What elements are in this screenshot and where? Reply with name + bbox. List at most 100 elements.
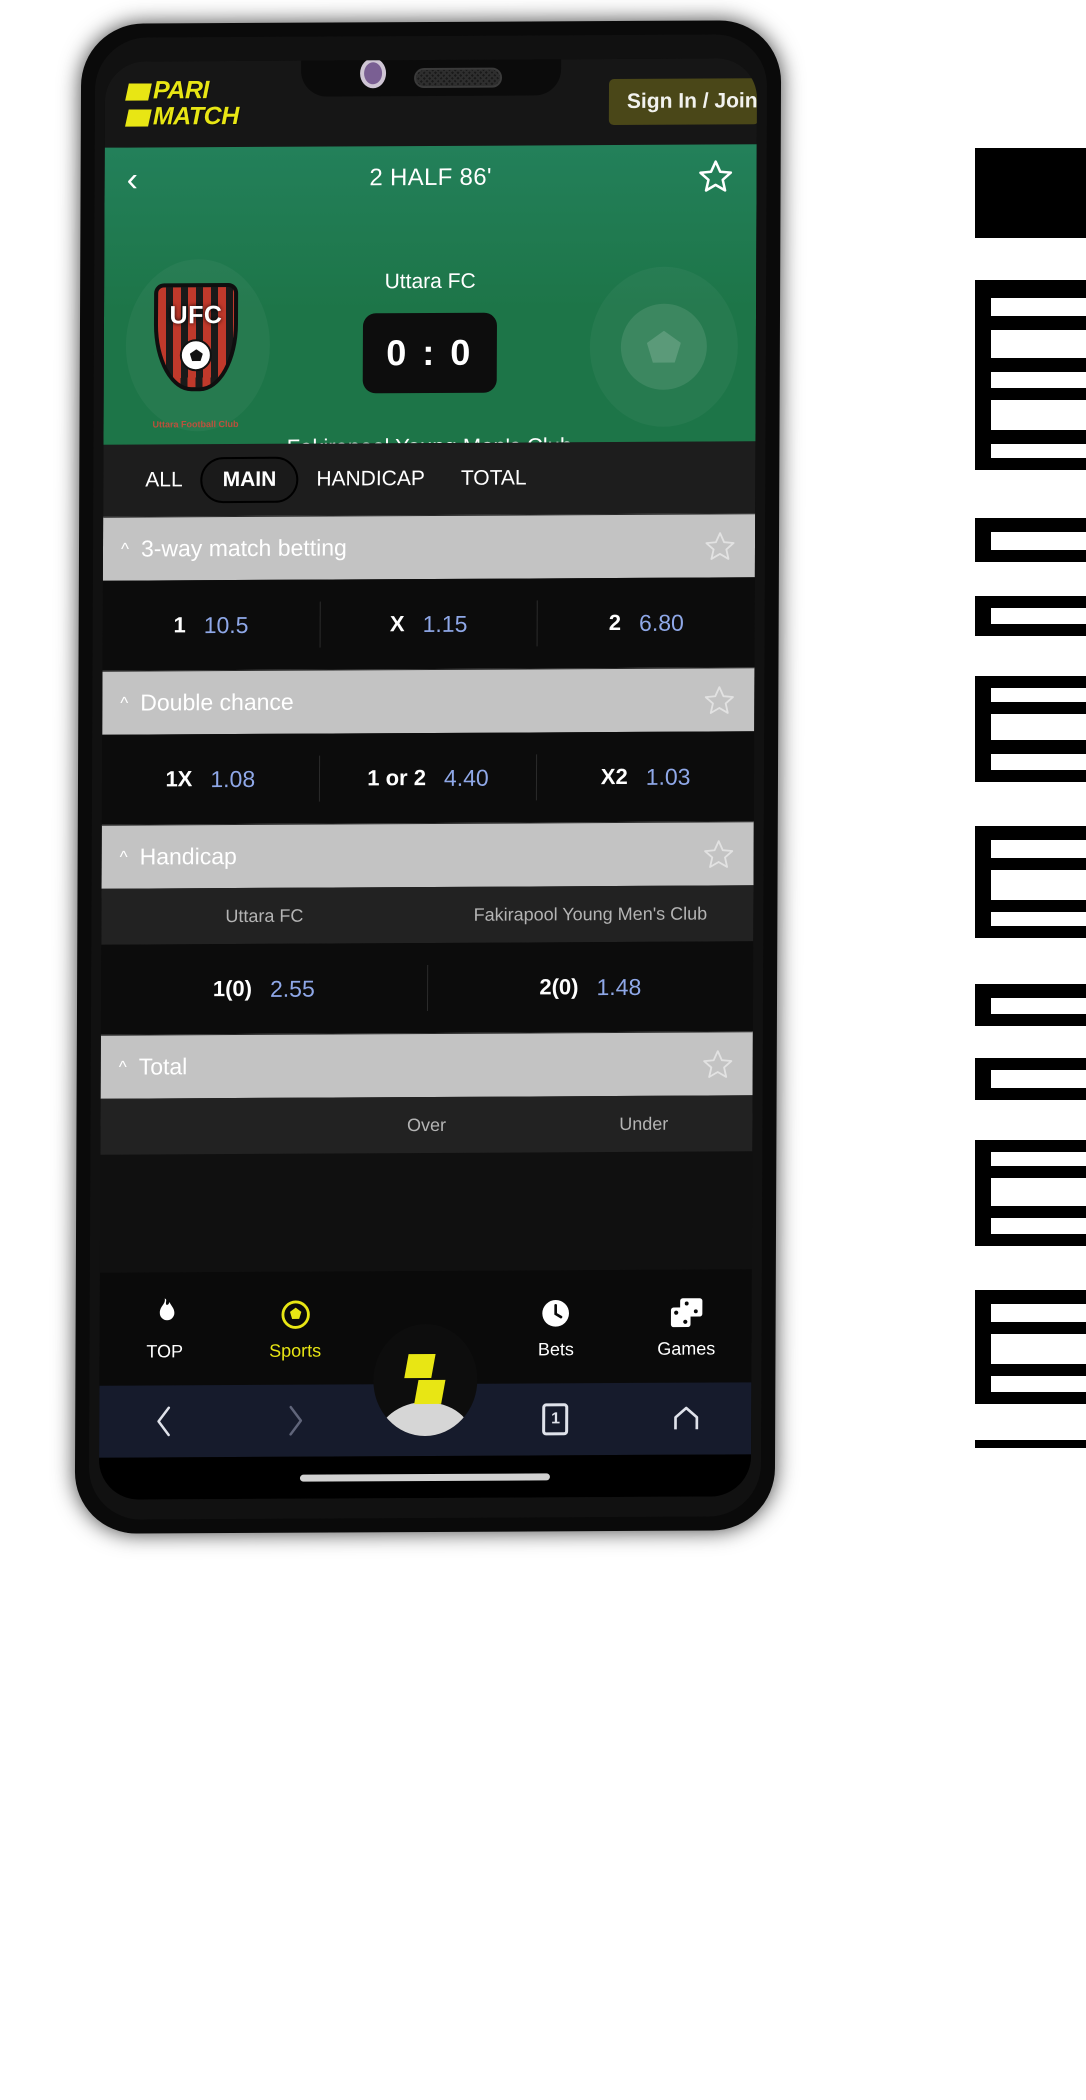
match-banner: ‹ 2 HALF 86' Uttara FC 0 : 0 Fakirapool … (103, 144, 757, 445)
section-favorite-star-icon[interactable] (702, 837, 736, 871)
home-indicator[interactable] (299, 1472, 550, 1482)
browser-tabs-button[interactable]: 1 (490, 1403, 621, 1436)
barcode-bar (975, 238, 1086, 280)
section-title: Double chance (140, 688, 294, 716)
barcode-bar (991, 754, 1086, 770)
center-action-button[interactable] (373, 1323, 478, 1437)
browser-forward-button[interactable] (230, 1403, 361, 1438)
barcode-bar (991, 330, 1086, 358)
dice-icon (669, 1295, 703, 1331)
odds-label: 1X (165, 766, 193, 792)
nav-label: Sports (269, 1340, 322, 1361)
browser-home-button[interactable] (621, 1402, 752, 1435)
odds-value: 1.08 (210, 765, 256, 792)
phone-screen: PARI MATCH Sign In / Join ‹ 2 HALF 86' U… (98, 58, 758, 1500)
crest-text: UFC (169, 301, 223, 330)
score-display: 0 : 0 (362, 312, 498, 394)
section-title: Total (138, 1053, 188, 1080)
odds-label: X2 (600, 763, 628, 790)
logo-slab-icon (414, 1379, 446, 1405)
odds-value: 10.5 (203, 611, 249, 638)
tab-total[interactable]: TOTAL (443, 456, 545, 501)
tab-main[interactable]: MAIN (200, 456, 299, 504)
odds-button[interactable]: 2(0) 1.48 (427, 963, 753, 1011)
phone-bezel: PARI MATCH Sign In / Join ‹ 2 HALF 86' U… (88, 34, 768, 1520)
phone-device: PARI MATCH Sign In / Join ‹ 2 HALF 86' U… (74, 20, 782, 1534)
odds-row: 1X 1.08 1 or 2 4.40 X2 1.03 (101, 731, 755, 825)
subheader-label: Over (406, 1114, 447, 1135)
flame-icon (150, 1297, 180, 1333)
market-section-header[interactable]: ^ Handicap (101, 821, 754, 889)
browser-back-button[interactable] (99, 1404, 230, 1439)
odds-button[interactable]: X2 1.03 (537, 753, 754, 800)
chevron-up-icon[interactable]: ^ (120, 848, 128, 867)
nav-item-games[interactable]: Games (621, 1294, 752, 1360)
odds-value: 4.40 (443, 764, 489, 791)
barcode-bar (975, 782, 1086, 826)
section-title: 3-way match betting (140, 534, 347, 562)
barcode-bar (991, 1152, 1086, 1166)
nav-label: TOP (146, 1341, 184, 1362)
nav-item-top[interactable]: TOP (99, 1297, 230, 1363)
phone-body: PARI MATCH Sign In / Join ‹ 2 HALF 86' U… (74, 20, 782, 1534)
barcode-bar (991, 714, 1086, 740)
odds-value: 6.80 (639, 609, 684, 636)
market-subheader: Over Under (100, 1095, 753, 1155)
section-favorite-star-icon[interactable] (703, 529, 737, 563)
device-notch (300, 58, 562, 97)
nav-item-sports[interactable]: Sports (230, 1296, 361, 1362)
clock-icon (540, 1295, 572, 1331)
market-section-header[interactable]: ^ Total (100, 1031, 753, 1099)
odds-row: 1(0) 2.55 2(0) 1.48 (100, 941, 754, 1035)
barcode-bar (991, 1304, 1086, 1322)
tab-handicap[interactable]: HANDICAP (298, 457, 443, 502)
chevron-up-icon[interactable]: ^ (121, 540, 129, 559)
barcode-bar (991, 372, 1086, 388)
barcode-bar (991, 1178, 1086, 1206)
logo-line-two: MATCH (125, 102, 239, 130)
odds-button[interactable]: 2 6.80 (538, 599, 755, 646)
odds-button[interactable]: 1 10.5 (102, 601, 321, 649)
barcode-bar (991, 870, 1086, 900)
parimatch-logo[interactable]: PARI MATCH (125, 76, 255, 133)
barcode-bar (975, 1404, 1086, 1440)
odds-button[interactable]: X 1.15 (320, 600, 539, 648)
barcode-bar (991, 1376, 1086, 1392)
odds-label: 1(0) (212, 975, 253, 1002)
logo-slab-icon (125, 109, 152, 127)
barcode-bar (991, 1334, 1086, 1364)
barcode-bar (975, 470, 1086, 518)
odds-button[interactable]: 1(0) 2.55 (100, 965, 428, 1013)
section-title: Handicap (139, 843, 237, 870)
odds-button[interactable]: 1 or 2 4.40 (319, 754, 538, 802)
barcode-bar (991, 532, 1086, 550)
odds-row: 1 10.5 X 1.15 2 6.80 (102, 577, 755, 671)
markets-list: ^ 3-way match betting 1 10.5 X 1.15 2 6.… (100, 513, 756, 1155)
chevron-up-icon[interactable]: ^ (120, 694, 128, 713)
logo-slab-icon (404, 1353, 436, 1379)
nav-item-bets[interactable]: Bets (491, 1295, 622, 1361)
match-status: 2 HALF 86' (369, 163, 492, 192)
odds-value: 2.55 (269, 975, 315, 1002)
section-favorite-star-icon[interactable] (702, 683, 736, 717)
section-favorite-star-icon[interactable] (701, 1047, 735, 1081)
tab-count-badge: 1 (542, 1403, 569, 1436)
ball-pentagon-icon (647, 331, 681, 363)
nav-label: Games (657, 1338, 716, 1359)
chevron-up-icon[interactable]: ^ (119, 1058, 127, 1077)
barcode-bar (975, 1246, 1086, 1290)
market-section-header[interactable]: ^ 3-way match betting (102, 513, 756, 581)
subheader-label (100, 1126, 317, 1127)
odds-label: 2(0) (539, 974, 579, 1000)
sign-in-join-button[interactable]: Sign In / Join (608, 78, 758, 126)
odds-label: 1 (173, 612, 186, 638)
market-tabs: ALL MAIN HANDICAP TOTAL (103, 441, 756, 517)
crest-ball-icon (179, 339, 212, 372)
nav-label: Bets (537, 1339, 574, 1360)
barcode-bar (991, 400, 1086, 430)
soccer-ball-icon (278, 1297, 312, 1333)
market-section-header[interactable]: ^ Double chance (102, 667, 755, 735)
subheader-label: Under (619, 1113, 669, 1134)
tab-all[interactable]: ALL (127, 458, 201, 502)
odds-button[interactable]: 1X 1.08 (101, 755, 320, 803)
